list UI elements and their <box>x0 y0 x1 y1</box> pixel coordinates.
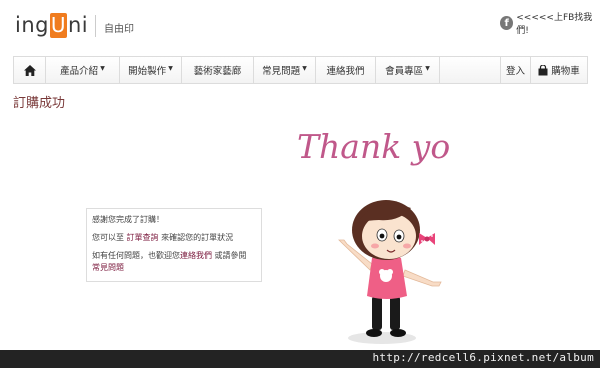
logo-text-start: ing <box>15 13 49 37</box>
caret-down-icon: ▼ <box>100 64 105 72</box>
facebook-link-text: <<<<<上FB找我們! <box>516 13 593 36</box>
message-line-1: 感謝您完成了訂購！ <box>92 215 164 224</box>
order-success-message: 感謝您完成了訂購！ 您可以至 訂單查詢 來確認您的訂單狀況 如有任何問題，也歡迎… <box>86 208 262 282</box>
nav-products[interactable]: 產品介紹 ▼ <box>46 57 120 83</box>
faq-link[interactable]: 常見問題 <box>92 263 124 272</box>
nav-home[interactable] <box>14 57 46 83</box>
nav-member-label: 會員專區 <box>385 66 424 77</box>
main-navigation: 產品介紹 ▼ 開始製作 ▼ 藝術家藝廊 常見問題 ▼ 連絡我們 會員專區 ▼ 登入 購物… <box>13 56 588 84</box>
page-title: 訂購成功 <box>13 96 66 111</box>
message-line-2-end: 來確認您的訂單狀況 <box>161 233 234 242</box>
home-icon <box>23 64 36 76</box>
brand-tagline: 自由印 <box>104 24 134 35</box>
top-header: ingUni 自由印 f <<<<<上FB找我們! <box>0 0 600 55</box>
nav-member[interactable]: 會員專區 ▼ <box>376 57 440 83</box>
nav-cart[interactable]: 購物車 <box>531 57 587 83</box>
nav-artist-gallery[interactable]: 藝術家藝廊 <box>182 57 254 83</box>
facebook-icon: f <box>500 16 514 30</box>
logo-text-end: ni <box>67 13 89 37</box>
nav-start-making[interactable]: 開始製作 ▼ <box>120 57 182 83</box>
contact-us-link[interactable]: 連絡我們 <box>180 251 212 260</box>
thank-you-text: Thank you! <box>297 127 450 166</box>
nav-contact[interactable]: 連絡我們 <box>316 57 376 83</box>
message-line-3: 如有任何問題，也歡迎您連絡我們 或請參閱 常見問題 <box>92 250 256 274</box>
message-line-2-start: 您可以至 <box>92 233 124 242</box>
nav-artist-gallery-label: 藝術家藝廊 <box>193 66 242 77</box>
message-line-2: 您可以至 訂單查詢 來確認您的訂單狀況 <box>92 232 256 244</box>
thank-you-headline: Thank you! <box>297 127 450 166</box>
nav-faq-label: 常見問題 <box>262 66 301 77</box>
message-line-3-mid: 或請參閱 <box>214 251 247 260</box>
nav-spacer <box>440 57 501 83</box>
nav-contact-label: 連絡我們 <box>326 66 365 77</box>
brand-logo[interactable]: ingUni <box>15 13 88 39</box>
shopping-bag-icon <box>538 64 548 75</box>
message-line-3-start: 如有任何問題，也歡迎您 <box>92 251 180 260</box>
logo-u-mark: U <box>49 13 67 38</box>
nav-faq[interactable]: 常見問題 ▼ <box>254 57 316 83</box>
caret-down-icon: ▼ <box>425 64 430 72</box>
nav-login-label: 登入 <box>505 66 525 77</box>
nav-login[interactable]: 登入 <box>501 57 531 83</box>
watermark-bar: http://redcell6.pixnet.net/album <box>0 350 600 368</box>
nav-products-label: 產品介紹 <box>60 66 99 77</box>
nav-cart-label: 購物車 <box>551 66 580 77</box>
nav-start-making-label: 開始製作 <box>128 66 167 77</box>
caret-down-icon: ▼ <box>302 64 307 72</box>
watermark-url: http://redcell6.pixnet.net/album <box>372 351 594 364</box>
girl-illustration <box>338 200 442 344</box>
logo-divider <box>95 15 96 37</box>
facebook-link[interactable]: f <<<<<上FB找我們! <box>500 10 600 36</box>
caret-down-icon: ▼ <box>168 64 173 72</box>
order-lookup-link[interactable]: 訂單查詢 <box>127 233 159 242</box>
